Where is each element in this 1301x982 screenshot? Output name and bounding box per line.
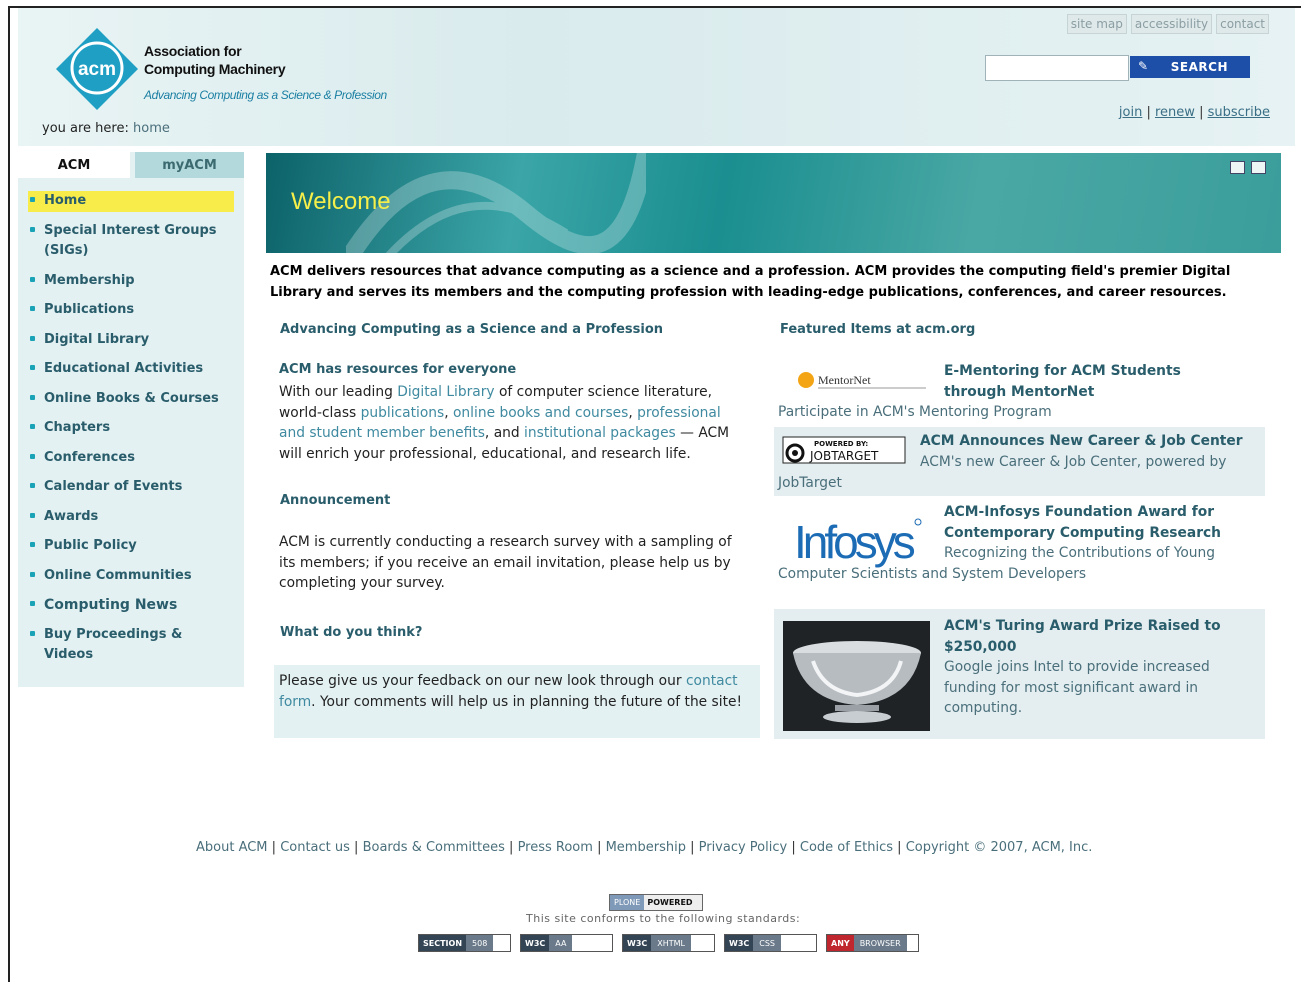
feedback-text: Please give us your feedback on our new … xyxy=(279,673,743,710)
mentornet-logo-icon: MentorNet xyxy=(798,372,926,389)
banner-icons xyxy=(1230,161,1266,174)
turing-award-bowl-icon xyxy=(783,621,930,731)
feedback-title: What do you think? xyxy=(280,625,423,640)
w3c-css-badge[interactable]: W3C CSS xyxy=(724,934,817,952)
sidebar-item-chapters[interactable]: Chapters xyxy=(28,418,234,439)
svg-text:POWERED BY:: POWERED BY: xyxy=(814,440,868,448)
announcement-title: Announcement xyxy=(280,493,391,508)
announcement-text: ACM is currently conducting a research s… xyxy=(279,534,732,591)
footer-boards-link[interactable]: Boards & Committees xyxy=(363,840,505,855)
sidebar-item-awards[interactable]: Awards xyxy=(28,507,234,528)
email-page-icon[interactable] xyxy=(1230,161,1245,174)
utility-links: site map accessibility contact xyxy=(1066,14,1269,34)
standards-badges: SECTION 508 W3C AA W3C XHTML W3C CSS ANY BROW… xyxy=(418,934,919,952)
logo-text: acm xyxy=(78,59,116,80)
org-name-line2: Computing Machinery xyxy=(144,61,286,77)
plone-badge-left: PLONE xyxy=(610,895,645,910)
sidebar-item-educational-activities[interactable]: Educational Activities xyxy=(28,359,234,380)
featured-desc: Recognizing the Contributions of Young C… xyxy=(778,545,1216,582)
any-browser-badge[interactable]: ANY BROWSER xyxy=(826,934,919,952)
org-name-line1: Association for xyxy=(144,43,242,59)
accessibility-link[interactable]: accessibility xyxy=(1130,14,1213,34)
footer-privacy-link[interactable]: Privacy Policy xyxy=(699,840,788,855)
separator: | xyxy=(1146,105,1151,120)
sidebar-item-publications[interactable]: Publications xyxy=(28,300,234,321)
acm-logo-icon[interactable]: acm xyxy=(56,28,138,110)
intro-text: ACM delivers resources that advance comp… xyxy=(270,264,1231,300)
footer-membership-link[interactable]: Membership xyxy=(606,840,686,855)
footer-copyright: Copyright © 2007, ACM, Inc. xyxy=(905,840,1093,855)
digital-library-link[interactable]: Digital Library xyxy=(397,384,494,400)
w3c-aa-badge[interactable]: W3C AA xyxy=(520,934,613,952)
search-button-label: SEARCH xyxy=(1170,60,1228,74)
featured-desc: Participate in ACM's Mentoring Program xyxy=(778,404,1052,420)
section-title: Advancing Computing as a Science and a P… xyxy=(280,322,664,337)
featured-item-infosys[interactable]: Infosys ACM-Infosys Foundation Award for… xyxy=(774,498,1265,606)
breadcrumb-label: you are here: xyxy=(42,121,129,136)
online-books-link[interactable]: online books and courses xyxy=(453,405,628,421)
renew-link[interactable]: renew xyxy=(1155,105,1195,120)
banner-decoration xyxy=(346,153,646,253)
featured-title[interactable]: ACM's Turing Award Prize Raised to $250,… xyxy=(944,616,1244,657)
site-map-link[interactable]: site map xyxy=(1066,14,1127,34)
subscribe-link[interactable]: subscribe xyxy=(1208,105,1270,120)
sidebar-item-online-communities[interactable]: Online Communities xyxy=(28,566,234,587)
sidebar-item-calendar[interactable]: Calendar of Events xyxy=(28,477,234,498)
sidebar: ACM myACM Home Special Interest Groups (… xyxy=(18,152,244,687)
standards-text: This site conforms to the following stan… xyxy=(526,912,801,925)
plone-powered-badge[interactable]: PLONE POWERED xyxy=(609,894,703,911)
featured-desc: Google joins Intel to provide increased … xyxy=(944,659,1210,716)
contact-link[interactable]: contact xyxy=(1216,14,1269,34)
sidebar-nav: Home Special Interest Groups (SIGs) Memb… xyxy=(28,191,234,666)
featured-item-jobtarget[interactable]: POWERED BY: JOBTARGET ACM Announces New … xyxy=(774,427,1265,496)
join-link[interactable]: join xyxy=(1119,105,1142,120)
institutional-packages-link[interactable]: institutional packages xyxy=(524,425,676,441)
search-button[interactable]: ✎ SEARCH xyxy=(1130,56,1250,78)
welcome-title: Welcome xyxy=(291,188,391,215)
print-page-icon[interactable] xyxy=(1251,161,1266,174)
featured-item-turing-award[interactable]: ACM's Turing Award Prize Raised to $250,… xyxy=(774,609,1265,739)
section-508-badge[interactable]: SECTION 508 xyxy=(418,934,511,952)
sidebar-item-membership[interactable]: Membership xyxy=(28,271,234,292)
svg-text:MentorNet: MentorNet xyxy=(818,373,871,387)
search-input[interactable] xyxy=(985,55,1129,81)
sidebar-item-sigs[interactable]: Special Interest Groups (SIGs) xyxy=(28,221,234,262)
frame-left-border xyxy=(8,6,10,982)
featured-title[interactable]: ACM-Infosys Foundation Award for Contemp… xyxy=(944,502,1244,543)
sidebar-item-home[interactable]: Home xyxy=(28,191,234,212)
separator: | xyxy=(1199,105,1204,120)
breadcrumb-home-link[interactable]: home xyxy=(133,121,170,136)
featured-title[interactable]: ACM Announces New Career & Job Center xyxy=(920,431,1260,452)
featured-heading: Featured Items at acm.org xyxy=(780,322,976,337)
resources-title: ACM has resources for everyone xyxy=(279,362,517,377)
welcome-banner: Welcome xyxy=(266,153,1281,253)
featured-desc: ACM's new Career & Job Center, powered b… xyxy=(778,454,1227,491)
footer-about-link[interactable]: About ACM xyxy=(196,840,268,855)
sidebar-item-computing-news[interactable]: Computing News xyxy=(28,595,234,616)
featured-item-mentornet[interactable]: MentorNet E-Mentoring for ACM Students t… xyxy=(774,357,1265,423)
sidebar-item-digital-library[interactable]: Digital Library xyxy=(28,330,234,351)
publications-link[interactable]: publications xyxy=(361,405,445,421)
sidebar-item-buy-proceedings[interactable]: Buy Proceedings & Videos xyxy=(28,625,234,666)
search-icon: ✎ xyxy=(1138,59,1149,73)
sidebar-item-public-policy[interactable]: Public Policy xyxy=(28,536,234,557)
sidebar-item-conferences[interactable]: Conferences xyxy=(28,448,234,469)
tagline: Advancing Computing as a Science & Profe… xyxy=(144,88,387,102)
account-links: join | renew | subscribe xyxy=(1119,105,1270,120)
tab-myacm[interactable]: myACM xyxy=(135,152,244,178)
tab-acm[interactable]: ACM xyxy=(18,152,130,178)
org-name: Association for Computing Machinery xyxy=(144,42,344,78)
w3c-xhtml-badge[interactable]: W3C XHTML xyxy=(622,934,715,952)
footer-press-link[interactable]: Press Room xyxy=(518,840,593,855)
footer-links: About ACM | Contact us | Boards & Commit… xyxy=(196,840,1093,855)
featured-title[interactable]: E-Mentoring for ACM Students through Men… xyxy=(944,361,1244,402)
plone-badge-right: POWERED xyxy=(647,898,693,907)
breadcrumb: you are here: home xyxy=(42,121,170,136)
sidebar-item-online-books[interactable]: Online Books & Courses xyxy=(28,389,234,410)
footer-ethics-link[interactable]: Code of Ethics xyxy=(800,840,893,855)
resources-text: With our leading Digital Library of comp… xyxy=(279,384,730,462)
footer-contact-link[interactable]: Contact us xyxy=(280,840,350,855)
